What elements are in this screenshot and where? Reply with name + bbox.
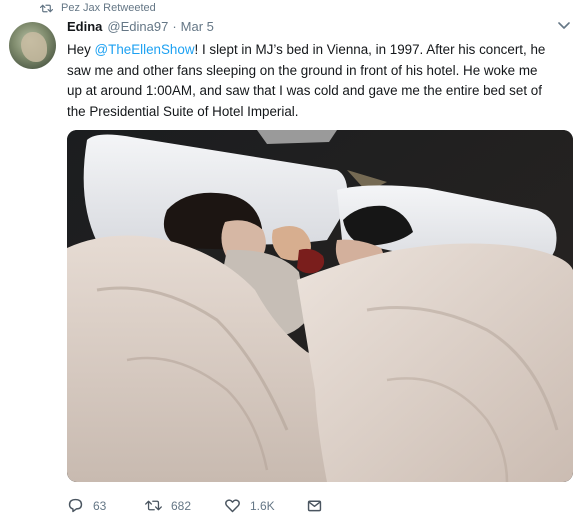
reply-icon <box>68 498 83 513</box>
tweet-actions: 63 682 1.6K <box>67 497 467 517</box>
heart-icon <box>225 499 240 513</box>
tweet-date[interactable]: Mar 5 <box>181 19 214 34</box>
photo-illustration <box>67 130 573 482</box>
avatar-figure <box>21 32 47 62</box>
retweet-context: Pez Jax Retweeted <box>40 0 156 16</box>
like-count: 1.6K <box>250 498 275 513</box>
tweet-line-4: the Presidential Suite of Hotel Imperial… <box>67 103 299 119</box>
avatar[interactable] <box>9 22 56 69</box>
author-handle[interactable]: @Edina97 <box>107 19 168 34</box>
tweet-text: Hey @TheEllenShow! I slept in MJ’s bed i… <box>67 40 572 122</box>
tweet-line-2: saw me and other fans sleeping on the gr… <box>67 62 538 78</box>
retweet-button[interactable]: 682 <box>145 497 191 514</box>
author-name[interactable]: Edina <box>67 19 102 34</box>
header-separator: · <box>172 19 177 34</box>
tweet-header: Edina @Edina97 · Mar 5 <box>67 19 214 34</box>
reply-count: 63 <box>93 498 107 513</box>
retweet-label[interactable]: Pez Jax Retweeted <box>61 2 156 14</box>
retweet-icon <box>145 500 162 511</box>
retweet-icon <box>40 4 53 12</box>
retweet-count: 682 <box>171 498 192 513</box>
tweet-line-1-start: Hey <box>67 42 95 57</box>
reply-button[interactable]: 63 <box>67 497 106 514</box>
tweet-photo[interactable] <box>67 130 573 482</box>
mention-link[interactable]: @TheEllenShow <box>95 42 195 57</box>
tweet-line-1-end: ! I slept in MJ’s bed in Vienna, in 1997… <box>194 42 546 57</box>
tweet-line-3: up at around 1:00AM, and saw that I was … <box>67 83 542 98</box>
direct-message-button[interactable] <box>306 497 332 514</box>
chevron-down-icon[interactable] <box>558 22 570 30</box>
like-button[interactable]: 1.6K <box>224 497 275 514</box>
tweet-line-1: Hey @TheEllenShow! I slept in MJ’s bed i… <box>67 40 572 61</box>
envelope-icon <box>307 500 322 512</box>
